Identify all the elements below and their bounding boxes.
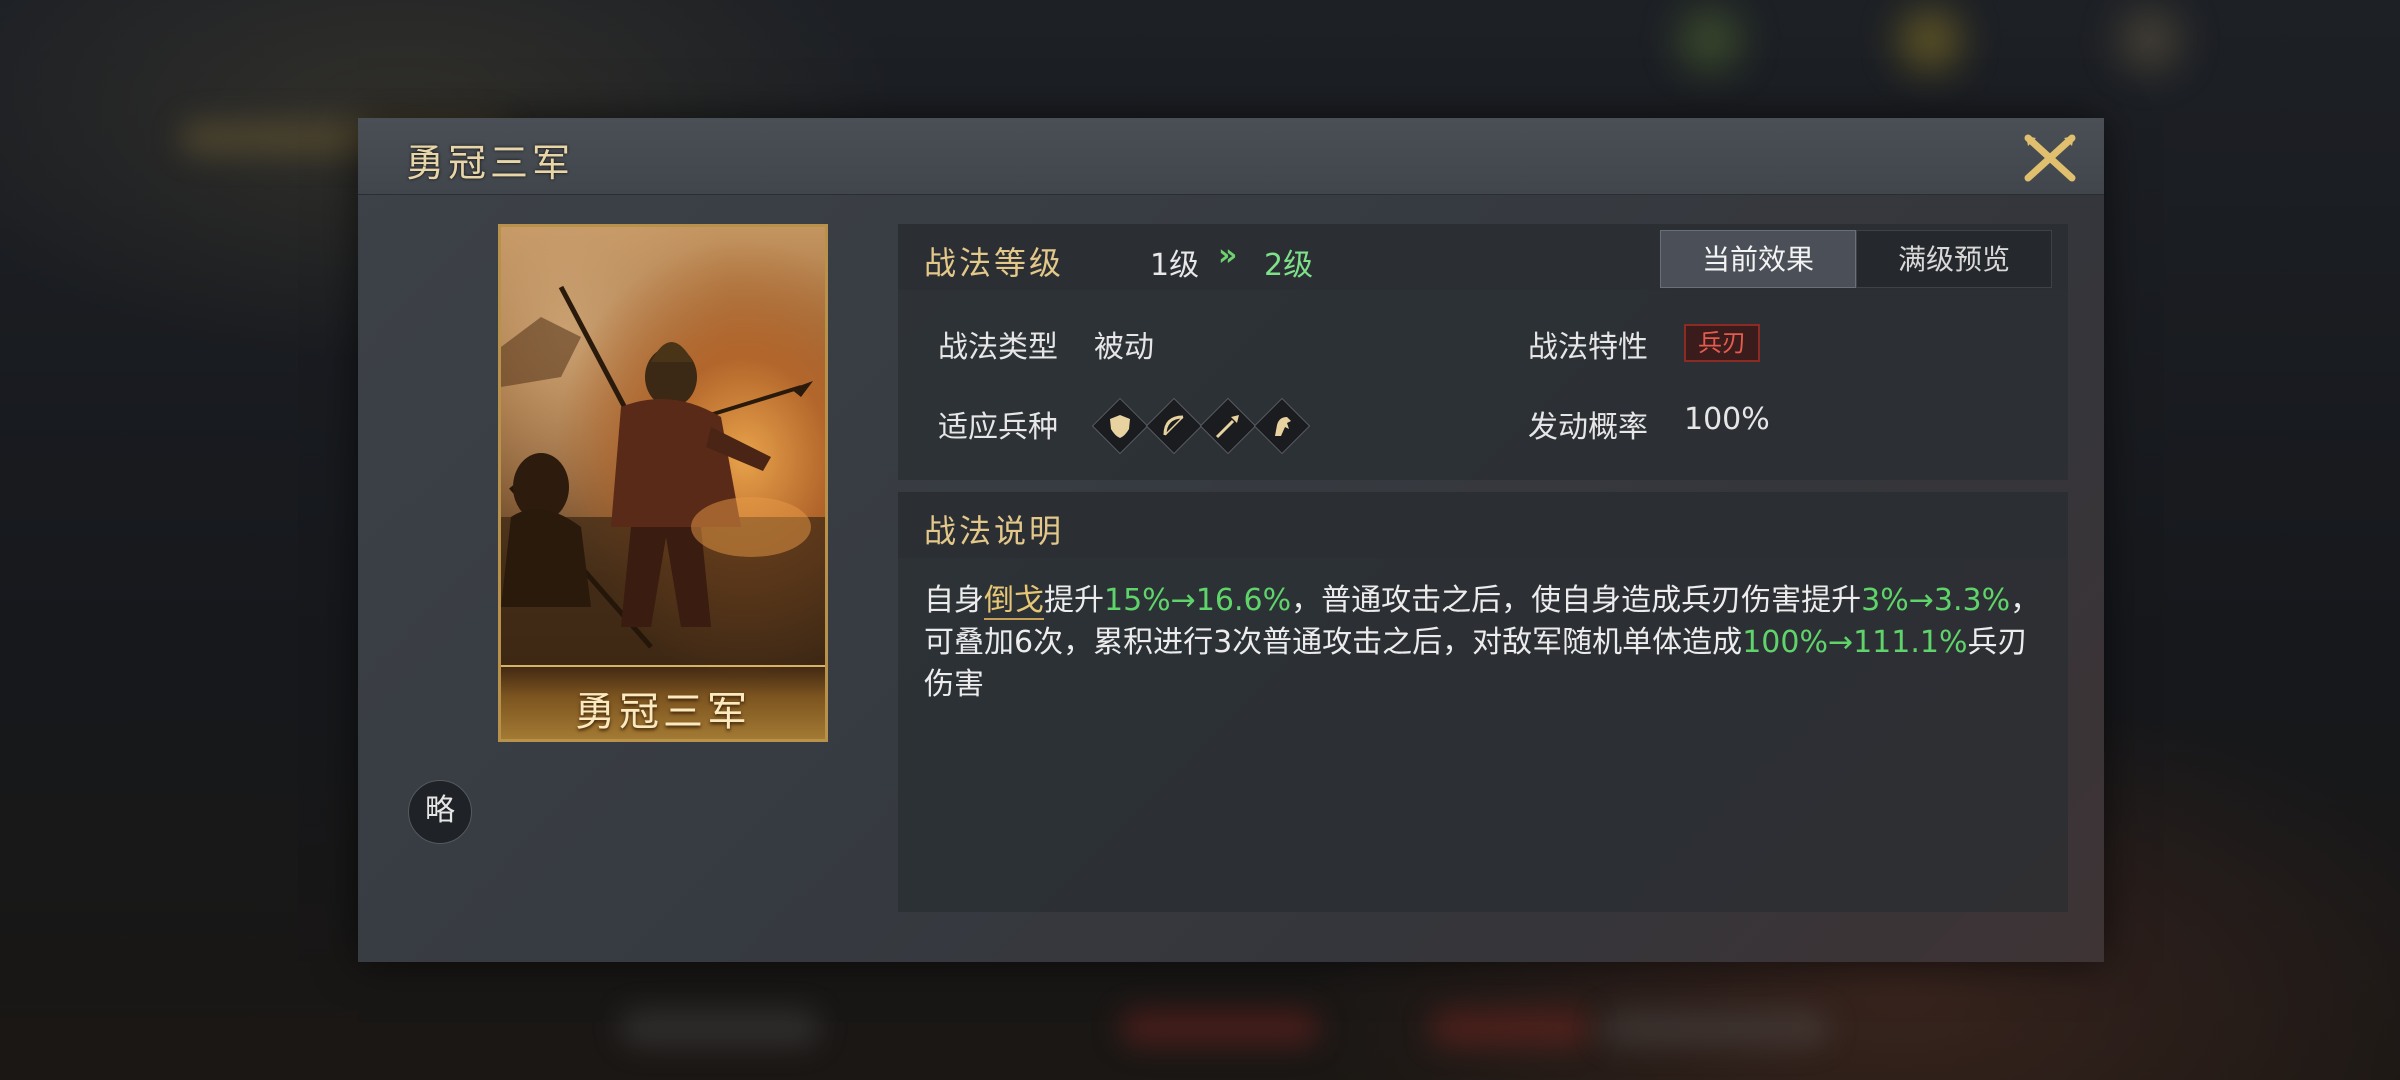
- background-blur: [620, 1010, 820, 1046]
- desc-upgrade-value: 100%→111.1%: [1742, 625, 1968, 660]
- warrior-artwork: [501, 285, 825, 667]
- skill-description-panel: 战法说明 自身倒戈提升15%→16.6%，普通攻击之后，使自身造成兵刃伤害提升3…: [898, 492, 2068, 912]
- cavalry-icon: [1253, 397, 1311, 455]
- background-blur: [1600, 1010, 1830, 1046]
- tab-max-level-preview[interactable]: 满级预览: [1856, 230, 2052, 288]
- description-header: 战法说明: [898, 492, 2068, 558]
- background-blur: [1680, 10, 1740, 70]
- level-label: 战法等级: [924, 244, 1065, 282]
- dialog-title: 勇冠三军: [406, 141, 575, 185]
- desc-seg: 自身: [924, 583, 984, 618]
- desc-upgrade-value: 15%→16.6%: [1104, 583, 1292, 618]
- skill-detail-dialog: 勇冠三军 勇冠三军 略 战法等级 1级 » 2级 当前效果 满级预览 战法类型 …: [358, 118, 2104, 962]
- desc-upgrade-value: 3%→3.3%: [1861, 583, 2011, 618]
- background-blur: [1120, 1010, 1320, 1046]
- close-button[interactable]: [2022, 132, 2078, 184]
- keyword-link[interactable]: 倒戈: [984, 583, 1044, 620]
- level-arrow-icon: »: [1218, 238, 1238, 273]
- skill-type-label: 战法类型: [938, 330, 1058, 365]
- level-current: 1级: [1150, 248, 1200, 283]
- close-crossed-swords-icon: [2024, 134, 2076, 182]
- trigger-chance-value: 100%: [1684, 402, 1770, 437]
- desc-seg: 提升: [1044, 583, 1104, 618]
- bow-icon: [1145, 397, 1203, 455]
- card-name: 勇冠三军: [575, 689, 751, 735]
- background-blur: [1430, 1010, 1590, 1046]
- level-next: 2级: [1264, 248, 1314, 283]
- level-row: 战法等级 1级 » 2级 当前效果 满级预览: [898, 224, 2068, 290]
- card-name-banner: 勇冠三军: [501, 665, 825, 739]
- dialog-header: 勇冠三军: [358, 118, 2104, 195]
- shield-icon: [1091, 397, 1149, 455]
- skill-type-value: 被动: [1094, 330, 1154, 365]
- description-title: 战法说明: [924, 512, 1065, 550]
- trigger-chance-label: 发动概率: [1528, 410, 1648, 445]
- description-text: 自身倒戈提升15%→16.6%，普通攻击之后，使自身造成兵刃伤害提升3%→3.3…: [924, 580, 2054, 706]
- background-blur: [1900, 10, 1960, 70]
- skill-trait-label: 战法特性: [1528, 330, 1648, 365]
- skill-trait-badge: 兵刃: [1684, 324, 1760, 362]
- spear-icon: [1199, 397, 1257, 455]
- desc-seg: ，普通攻击之后，使自身造成兵刃伤害提升: [1291, 583, 1862, 618]
- troop-types-label: 适应兵种: [938, 410, 1058, 445]
- background-blur: [2120, 10, 2180, 70]
- skill-category-badge: 略: [408, 780, 472, 844]
- skill-info-panel: 战法等级 1级 » 2级 当前效果 满级预览 战法类型 被动 战法特性 兵刃 适…: [898, 224, 2068, 480]
- skill-card: 勇冠三军: [498, 224, 828, 742]
- tab-current-effect[interactable]: 当前效果: [1660, 230, 1856, 288]
